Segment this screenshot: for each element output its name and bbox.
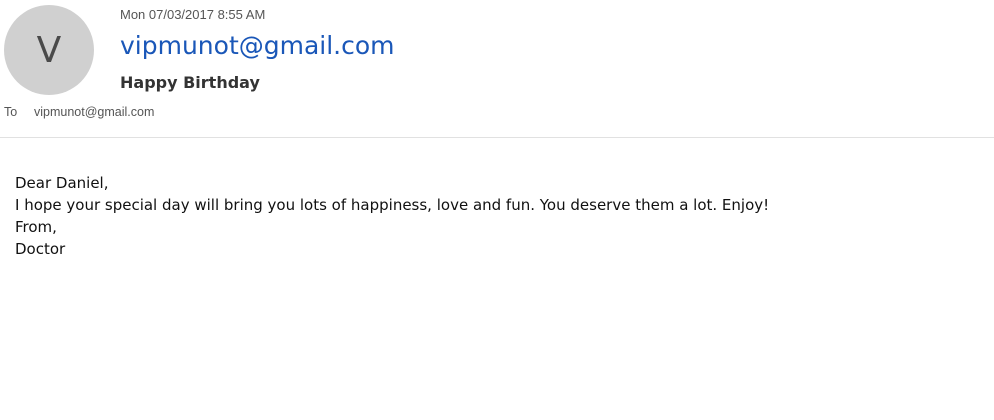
recipient-address[interactable]: vipmunot@gmail.com: [34, 105, 154, 119]
body-line-signature: Doctor: [15, 240, 66, 258]
email-header: V Mon 07/03/2017 8:55 AM vipmunot@gmail.…: [0, 0, 994, 138]
header-divider: [0, 137, 994, 138]
avatar-letter: V: [36, 29, 62, 71]
sender-address[interactable]: vipmunot@gmail.com: [120, 31, 395, 60]
email-date: Mon 07/03/2017 8:55 AM: [120, 7, 266, 22]
body-line-closing: From,: [15, 218, 57, 236]
recipient-row: To vipmunot@gmail.com: [4, 105, 154, 119]
email-body: Dear Daniel, I hope your special day wil…: [15, 172, 769, 260]
to-label: To: [4, 105, 18, 119]
email-subject: Happy Birthday: [120, 73, 260, 92]
sender-avatar[interactable]: V: [4, 5, 94, 95]
body-line-message: I hope your special day will bring you l…: [15, 196, 770, 214]
body-line-greeting: Dear Daniel,: [15, 174, 109, 192]
